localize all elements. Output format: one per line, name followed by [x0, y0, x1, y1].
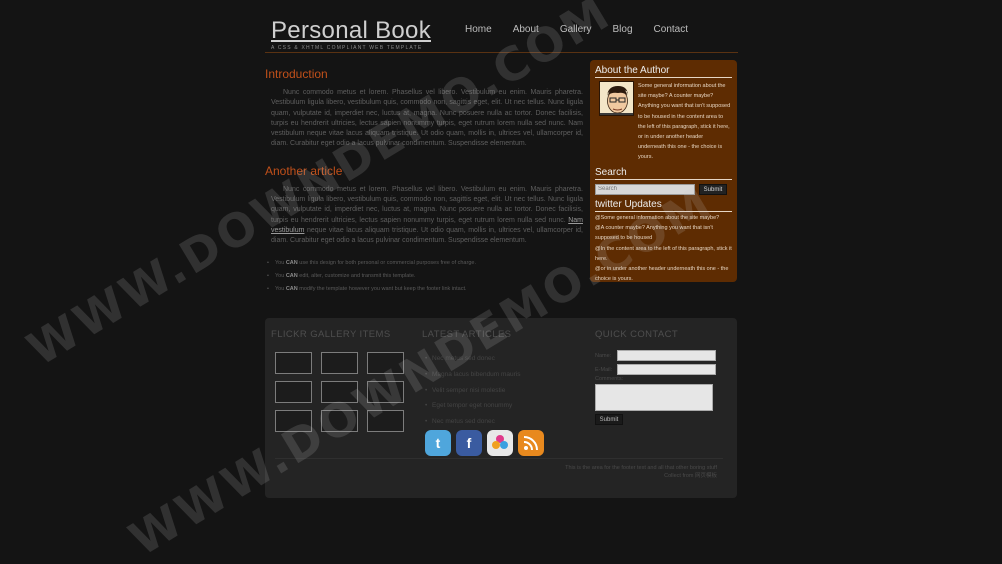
gallery-thumbnail[interactable]	[367, 381, 404, 403]
flickr-icon-graphic	[492, 435, 508, 449]
social-icons: t f	[425, 430, 544, 456]
article-body: Nunc commodo metus et lorem. Phasellus v…	[271, 185, 583, 245]
page: Personal Book A css & xhtml compliant we…	[265, 0, 738, 564]
comments-label: Comments:	[595, 376, 624, 382]
header-divider	[265, 52, 738, 53]
site-logo[interactable]: Personal Book	[271, 18, 431, 44]
main-content: Introduction Nunc commodo metus et lorem…	[265, 68, 583, 296]
footer-credits: This is the area for the footer text and…	[565, 465, 717, 479]
tweet: @A counter maybe? Anything you want that…	[595, 224, 713, 242]
rss-icon[interactable]	[518, 430, 544, 456]
nav-contact[interactable]: Contact	[654, 24, 688, 36]
avatar	[599, 81, 634, 116]
gallery-thumbnail[interactable]	[367, 352, 404, 374]
search-submit-button[interactable]: Submit	[699, 183, 727, 195]
twitter-icon[interactable]: t	[425, 430, 451, 456]
gallery-thumbnail[interactable]	[275, 381, 312, 403]
tagline: A css & xhtml compliant web template	[271, 45, 423, 51]
gallery-thumbnail[interactable]	[367, 410, 404, 432]
latest-articles-heading: LATEST ARTICLES	[422, 329, 512, 340]
gallery-thumbnail[interactable]	[321, 381, 358, 403]
flickr-heading: FLICKR GALLERY ITEMS	[271, 329, 391, 340]
nav-blog[interactable]: Blog	[613, 24, 633, 36]
footer: FLICKR GALLERY ITEMS LATEST ARTICLES Nec…	[265, 318, 737, 498]
nav-home[interactable]: Home	[465, 24, 492, 36]
author-text: Some general information about the site …	[638, 83, 731, 161]
nav-about[interactable]: About	[513, 24, 539, 36]
main-nav: Home About Gallery Blog Contact	[465, 24, 709, 36]
license-list: You CAN use this design for both persona…	[265, 257, 583, 296]
latest-articles-list: Nec metus sed donec Magna lacus bibendum…	[425, 351, 521, 430]
name-label: Name:	[595, 352, 612, 359]
sidebar: About the Author Some general informatio…	[590, 60, 737, 282]
tweet: @In the content area to the left of this…	[595, 245, 732, 262]
author-block: Some general information about the site …	[595, 81, 732, 163]
flickr-icon[interactable]	[487, 430, 513, 456]
article-link[interactable]: Nec metus sed donec	[425, 414, 521, 430]
gallery-thumbnail[interactable]	[275, 410, 312, 432]
quick-contact-form: Name: E-Mail: Comments: Submit	[595, 350, 716, 425]
rss-icon-graphic	[523, 436, 538, 451]
list-item: You CAN modify the template however you …	[267, 283, 583, 296]
article-title: Introduction	[265, 67, 328, 81]
twitter-heading: twitter Updates	[595, 199, 732, 212]
gallery-thumbnail[interactable]	[321, 352, 358, 374]
search-row: Submit	[595, 183, 732, 195]
tweet: @Some general information about the site…	[595, 214, 720, 221]
email-field[interactable]	[617, 364, 716, 375]
search-input[interactable]	[595, 183, 695, 195]
flickr-gallery	[275, 352, 404, 432]
list-item: You CAN use this design for both persona…	[267, 257, 583, 270]
facebook-icon[interactable]: f	[456, 430, 482, 456]
name-field[interactable]	[617, 350, 716, 361]
tweet-list: @Some general information about the site…	[595, 213, 732, 285]
article-link[interactable]: Velit semper nisi molestie	[425, 383, 521, 399]
gallery-thumbnail[interactable]	[321, 410, 358, 432]
search-heading: Search	[595, 167, 732, 180]
contact-submit-button[interactable]: Submit	[595, 414, 623, 425]
article-link[interactable]: Nec metus sed donec	[425, 351, 521, 367]
article-link[interactable]: Magna lacus bibendum mauris	[425, 367, 521, 383]
author-heading: About the Author	[595, 65, 732, 78]
quick-contact-heading: QUICK CONTACT	[595, 329, 679, 340]
article-link[interactable]: Eget tempor eget nonummy	[425, 398, 521, 414]
tweet: @or in under another header underneath t…	[595, 266, 729, 283]
header: Personal Book A css & xhtml compliant we…	[271, 18, 431, 52]
gallery-thumbnail[interactable]	[275, 352, 312, 374]
email-label: E-Mail:	[595, 366, 613, 373]
avatar-face-icon	[600, 82, 633, 115]
comments-field[interactable]	[595, 384, 713, 411]
article-body: Nunc commodo metus et lorem. Phasellus v…	[271, 89, 583, 148]
list-item: You CAN edit, alter, customize and trans…	[267, 270, 583, 283]
nav-gallery[interactable]: Gallery	[560, 24, 592, 36]
footer-divider	[275, 458, 723, 459]
article-title: Another article	[265, 163, 343, 178]
